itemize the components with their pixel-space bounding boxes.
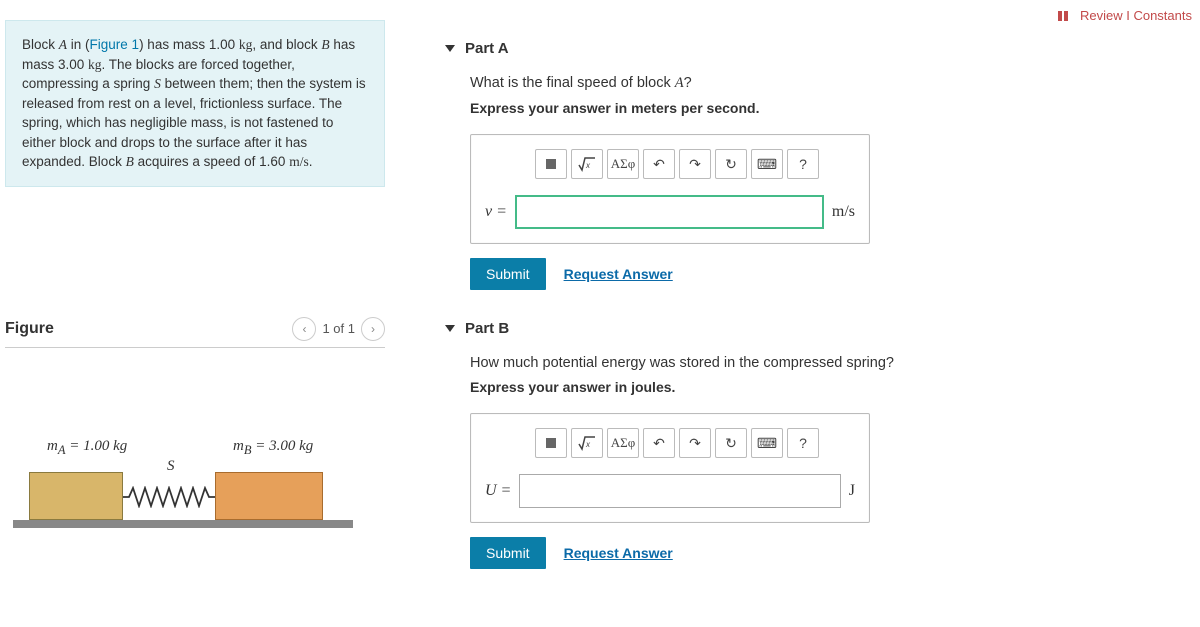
constants-link[interactable]: Constants — [1133, 8, 1192, 23]
help-button[interactable]: ? — [787, 428, 819, 458]
keyboard-button[interactable]: ⌨ — [751, 149, 783, 179]
bookmark-icon — [1058, 9, 1072, 24]
undo-button[interactable]: ↶ — [643, 428, 675, 458]
part-a-question: What is the final speed of block A? — [470, 75, 1185, 92]
part-b-variable: U = — [485, 482, 511, 500]
part-a-toolbar: x ΑΣφ ↶ ↷ ↻ ⌨ ? — [485, 149, 855, 179]
part-b-submit-button[interactable]: Submit — [470, 537, 546, 569]
part-a-variable: v = — [485, 203, 507, 221]
templates-button[interactable] — [535, 428, 567, 458]
svg-text:x: x — [585, 161, 591, 170]
part-b-input[interactable] — [519, 474, 840, 508]
spring-label: S — [167, 458, 175, 475]
undo-button[interactable]: ↶ — [643, 149, 675, 179]
top-links: Review I Constants — [1058, 8, 1192, 24]
part-b-toolbar: x ΑΣφ ↶ ↷ ↻ ⌨ ? — [485, 428, 855, 458]
part-b-question: How much potential energy was stored in … — [470, 355, 1185, 371]
keyboard-button[interactable]: ⌨ — [751, 428, 783, 458]
caret-down-icon — [445, 325, 455, 332]
part-a-header[interactable]: Part A — [445, 40, 1185, 57]
part-b-request-answer-link[interactable]: Request Answer — [564, 545, 673, 561]
part-b: Part B How much potential energy was sto… — [445, 320, 1185, 569]
mass-b-label: mB = 3.00 kg — [233, 438, 313, 458]
part-b-unit: J — [849, 482, 855, 500]
part-a-title: Part A — [465, 40, 509, 57]
figure-link[interactable]: Figure 1 — [90, 37, 140, 52]
part-a-unit: m/s — [832, 203, 855, 221]
caret-down-icon — [445, 45, 455, 52]
reset-button[interactable]: ↻ — [715, 149, 747, 179]
greek-button[interactable]: ΑΣφ — [607, 428, 639, 458]
sqrt-button[interactable]: x — [571, 149, 603, 179]
mass-a-label: mA = 1.00 kg — [47, 438, 127, 458]
svg-text:x: x — [585, 440, 591, 449]
redo-button[interactable]: ↷ — [679, 149, 711, 179]
templates-button[interactable] — [535, 149, 567, 179]
part-a-instruction: Express your answer in meters per second… — [470, 100, 1185, 116]
part-a: Part A What is the final speed of block … — [445, 40, 1185, 290]
part-b-title: Part B — [465, 320, 509, 337]
block-b — [215, 472, 323, 520]
figure-nav: ‹ 1 of 1 › — [292, 317, 385, 341]
reset-button[interactable]: ↻ — [715, 428, 747, 458]
part-a-request-answer-link[interactable]: Request Answer — [564, 266, 673, 282]
figure-header: Figure ‹ 1 of 1 › — [5, 317, 385, 348]
figure-title: Figure — [5, 320, 54, 338]
redo-button[interactable]: ↷ — [679, 428, 711, 458]
greek-button[interactable]: ΑΣφ — [607, 149, 639, 179]
sqrt-button[interactable]: x — [571, 428, 603, 458]
part-b-answer-box: x ΑΣφ ↶ ↷ ↻ ⌨ ? U = J — [470, 413, 870, 523]
part-a-submit-button[interactable]: Submit — [470, 258, 546, 290]
review-link[interactable]: Review — [1080, 8, 1123, 23]
part-a-answer-box: x ΑΣφ ↶ ↷ ↻ ⌨ ? v = m/s — [470, 134, 870, 244]
figure-counter: 1 of 1 — [322, 321, 355, 336]
part-b-instruction: Express your answer in joules. — [470, 379, 1185, 395]
spring-icon — [123, 486, 215, 508]
figure-next-button[interactable]: › — [361, 317, 385, 341]
surface — [13, 520, 353, 528]
help-button[interactable]: ? — [787, 149, 819, 179]
figure-prev-button[interactable]: ‹ — [292, 317, 316, 341]
problem-statement: Block A in (Figure 1) has mass 1.00 kg, … — [5, 20, 385, 187]
block-a — [29, 472, 123, 520]
figure-diagram: mA = 1.00 kg S mB = 3.00 kg — [5, 438, 385, 578]
part-b-header[interactable]: Part B — [445, 320, 1185, 337]
part-a-input[interactable] — [515, 195, 824, 229]
